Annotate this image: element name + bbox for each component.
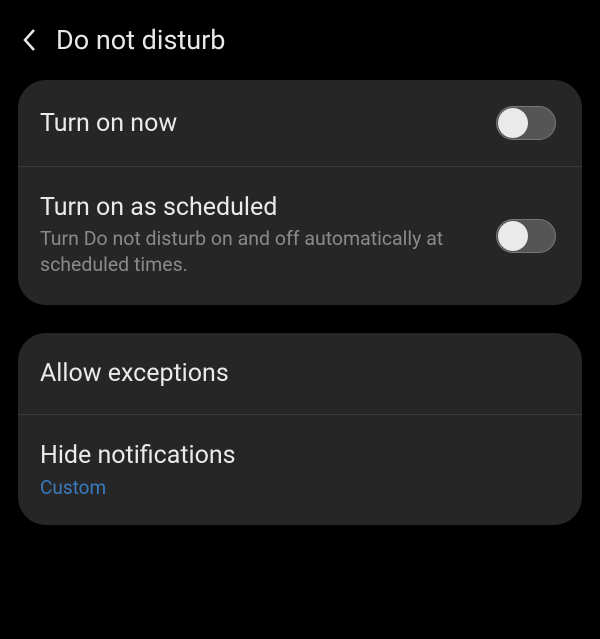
turn-on-scheduled-subtitle: Turn Do not disturb on and off automatic… [40, 226, 480, 279]
row-text: Hide notifications Custom [40, 441, 556, 499]
hide-notifications-label: Hide notifications [40, 441, 540, 470]
turn-on-now-label: Turn on now [40, 109, 480, 138]
turn-on-scheduled-toggle[interactable] [496, 219, 556, 253]
back-icon[interactable] [20, 31, 38, 49]
row-text: Allow exceptions [40, 359, 556, 388]
turn-on-now-toggle[interactable] [496, 106, 556, 140]
row-hide-notifications[interactable]: Hide notifications Custom [18, 414, 582, 525]
row-text: Turn on now [40, 109, 496, 138]
toggle-knob [498, 221, 528, 251]
row-turn-on-now[interactable]: Turn on now [18, 80, 582, 166]
hide-notifications-value: Custom [40, 476, 540, 499]
card-options: Allow exceptions Hide notifications Cust… [18, 333, 582, 525]
toggle-knob [498, 108, 528, 138]
allow-exceptions-label: Allow exceptions [40, 359, 540, 388]
row-turn-on-scheduled[interactable]: Turn on as scheduled Turn Do not disturb… [18, 166, 582, 305]
row-allow-exceptions[interactable]: Allow exceptions [18, 333, 582, 414]
turn-on-scheduled-label: Turn on as scheduled [40, 193, 480, 222]
card-toggles: Turn on now Turn on as scheduled Turn Do… [18, 80, 582, 305]
page-title: Do not disturb [56, 24, 225, 56]
row-text: Turn on as scheduled Turn Do not disturb… [40, 193, 496, 279]
header: Do not disturb [0, 0, 600, 80]
